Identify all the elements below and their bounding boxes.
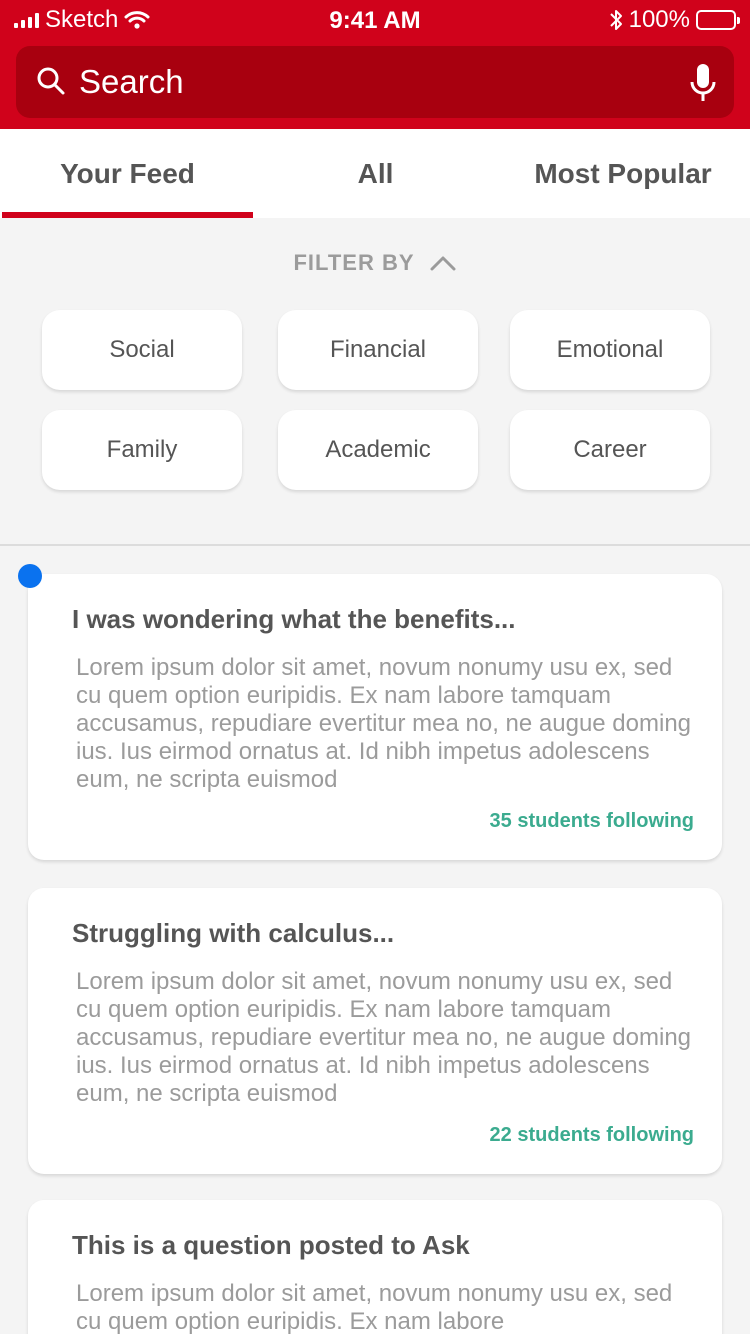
tab-all[interactable]: All bbox=[253, 129, 498, 218]
filter-chip-family[interactable]: Family bbox=[42, 410, 242, 490]
search-bar[interactable]: Search bbox=[16, 46, 734, 118]
feed-tabs: Your Feed All Most Popular bbox=[0, 129, 750, 218]
post-body: Lorem ipsum dolor sit amet, novum nonumy… bbox=[76, 654, 692, 793]
chevron-up-icon bbox=[430, 256, 456, 271]
filter-chip-career[interactable]: Career bbox=[510, 410, 710, 490]
filter-chip-emotional[interactable]: Emotional bbox=[510, 310, 710, 390]
active-tab-indicator bbox=[2, 212, 253, 218]
tab-most-popular[interactable]: Most Popular bbox=[498, 129, 748, 218]
unread-indicator bbox=[18, 564, 42, 588]
battery-icon bbox=[696, 10, 740, 30]
tab-your-feed[interactable]: Your Feed bbox=[2, 129, 253, 218]
post-title: I was wondering what the benefits... bbox=[72, 604, 516, 634]
section-divider bbox=[0, 544, 750, 546]
app-header: Sketch 9:41 AM 100% Search bbox=[0, 0, 750, 129]
bluetooth-icon bbox=[609, 10, 622, 30]
filter-chip-social[interactable]: Social bbox=[42, 310, 242, 390]
filter-toggle[interactable]: FILTER BY bbox=[0, 250, 750, 276]
post-title: This is a question posted to Ask bbox=[72, 1230, 470, 1260]
followers-count: 35 students following bbox=[489, 810, 694, 832]
search-input[interactable]: Search bbox=[79, 63, 184, 101]
post-card[interactable]: Struggling with calculus... Lorem ipsum … bbox=[28, 888, 722, 1174]
microphone-icon[interactable] bbox=[690, 63, 716, 103]
filter-chip-academic[interactable]: Academic bbox=[278, 410, 478, 490]
filter-heading: FILTER BY bbox=[293, 250, 415, 275]
post-card[interactable]: This is a question posted to Ask Lorem i… bbox=[28, 1200, 722, 1334]
battery-label: 100% bbox=[628, 6, 690, 33]
filter-chip-financial[interactable]: Financial bbox=[278, 310, 478, 390]
followers-count: 22 students following bbox=[489, 1124, 694, 1146]
search-icon bbox=[37, 67, 65, 95]
post-body: Lorem ipsum dolor sit amet, novum nonumy… bbox=[76, 1280, 673, 1334]
post-card[interactable]: I was wondering what the benefits... Lor… bbox=[28, 574, 722, 860]
post-body: Lorem ipsum dolor sit amet, novum nonumy… bbox=[76, 968, 692, 1107]
status-right: 100% bbox=[609, 6, 740, 34]
post-title: Struggling with calculus... bbox=[72, 918, 395, 948]
status-bar: Sketch 9:41 AM 100% bbox=[0, 0, 750, 40]
